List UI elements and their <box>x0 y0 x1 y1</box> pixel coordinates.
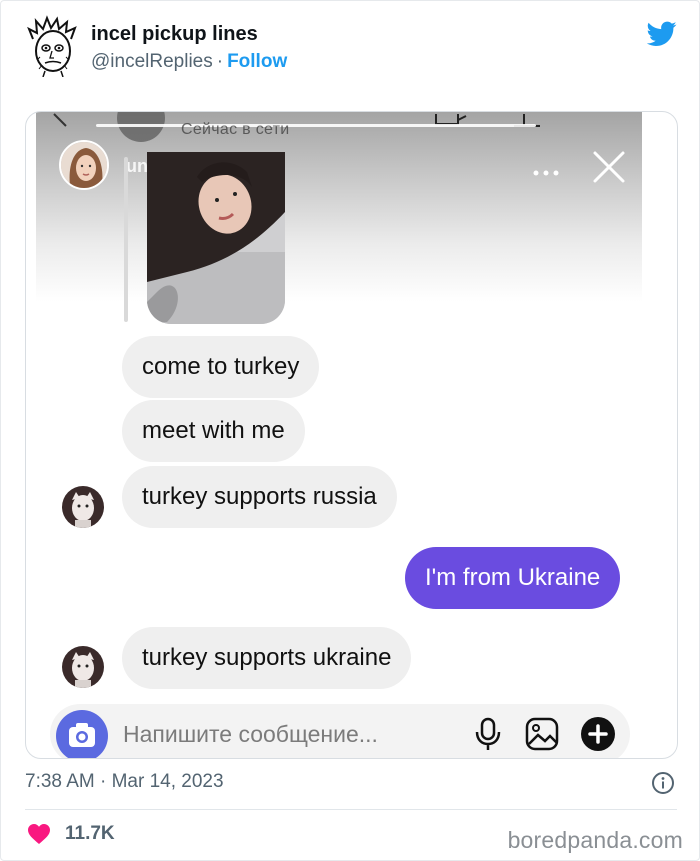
composer-placeholder[interactable]: Напишите сообщение... <box>123 721 378 748</box>
follow-button[interactable]: Follow <box>227 51 287 72</box>
sender-avatar[interactable] <box>62 646 104 688</box>
close-icon[interactable] <box>592 150 626 189</box>
message-composer[interactable]: Напишите сообщение... <box>50 704 630 758</box>
watermark: boredpanda.com <box>507 827 683 853</box>
message-in: come to turkey <box>122 336 320 398</box>
heart-icon[interactable] <box>27 823 51 850</box>
message-in: turkey supports russia <box>122 466 397 528</box>
tweet-card: incel pickup lines @incelReplies · Follow … <box>0 0 700 861</box>
footer-divider <box>25 809 677 810</box>
chat-screenshot: Сейчас в сети univlt 1s <box>25 111 678 759</box>
message-in: meet with me <box>122 400 305 462</box>
story-progress-bar <box>96 124 536 127</box>
author-handle-line: @incelReplies · Follow <box>91 51 287 73</box>
more-options-icon[interactable] <box>531 164 561 182</box>
tweet-timestamp[interactable]: 7:38 AM · Mar 14, 2023 <box>25 771 224 793</box>
info-icon[interactable] <box>651 771 675 800</box>
author-display-name[interactable]: incel pickup lines <box>91 23 258 46</box>
story-reply-line <box>124 157 128 322</box>
message-out: I'm from Ukraine <box>405 547 621 609</box>
twitter-bird-icon[interactable] <box>646 21 677 47</box>
story-thumbnail[interactable] <box>147 152 285 324</box>
sender-avatar[interactable] <box>62 486 104 528</box>
author-avatar[interactable] <box>23 15 81 78</box>
story-avatar[interactable] <box>59 140 109 190</box>
camera-button[interactable] <box>56 710 108 758</box>
microphone-icon[interactable] <box>470 716 506 757</box>
gallery-icon[interactable] <box>524 716 560 757</box>
handle-separator: · <box>216 51 224 72</box>
message-in: turkey supports ukraine <box>122 627 412 689</box>
camera-icon <box>69 723 95 747</box>
online-status: Сейчас в сети <box>181 121 290 138</box>
like-count[interactable]: 11.7K <box>65 823 115 845</box>
add-icon[interactable] <box>580 716 616 757</box>
author-handle[interactable]: @incelReplies <box>91 51 213 72</box>
